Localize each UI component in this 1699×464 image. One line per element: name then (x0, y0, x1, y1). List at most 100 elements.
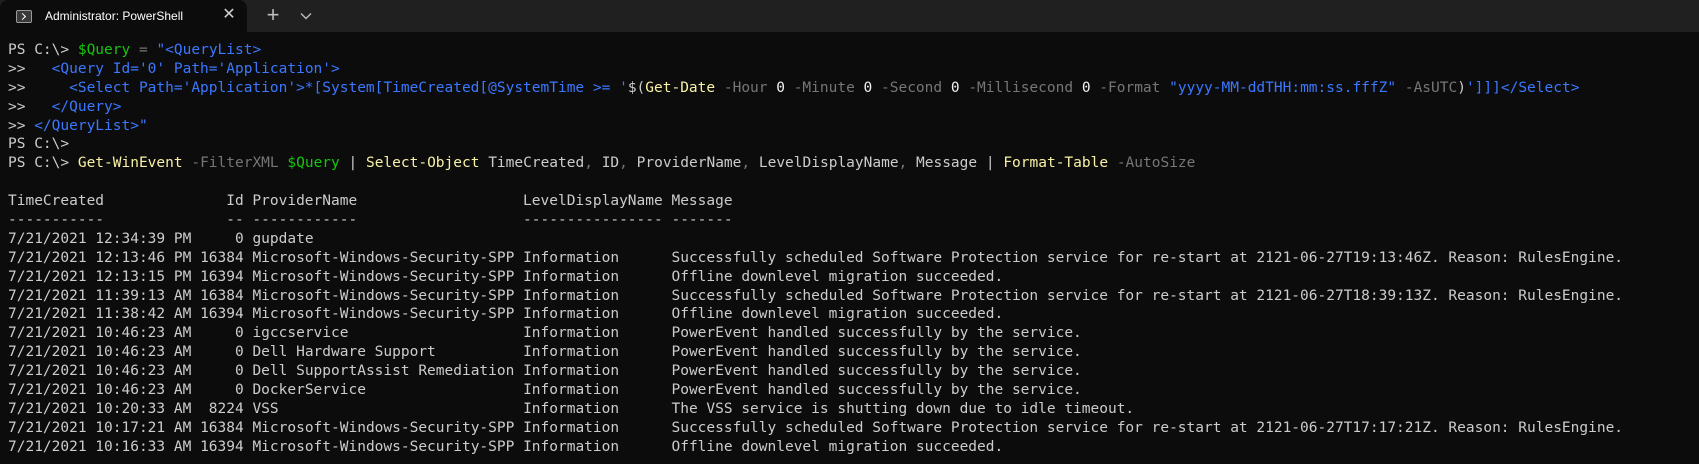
table-row: 7/21/2021 11:39:13 AM 16384 Microsoft-Wi… (8, 287, 1699, 306)
token: 0 (776, 79, 785, 96)
token: <Select Path='Application'>*[System[Time… (69, 79, 628, 96)
cell-time: 7/21/2021 10:46:23 AM (8, 325, 201, 342)
cell-id: 16394 (200, 306, 253, 323)
table-row: 7/21/2021 10:17:21 AM 16384 Microsoft-Wi… (8, 419, 1699, 438)
cell-level: Information (523, 268, 672, 285)
token: Format-Table (1003, 155, 1109, 172)
table-row: 7/21/2021 10:46:23 AM 0 Dell Hardware Su… (8, 343, 1699, 362)
command-block: PS C:\> $Query = "<QueryList> >> <Query I… (8, 41, 1699, 173)
token: ']]]</Select> (1465, 79, 1580, 96)
token: $Query (77, 42, 131, 58)
token: >> (8, 60, 52, 77)
cell-id: 0 (200, 325, 253, 342)
tab-powershell[interactable]: Administrator: PowerShell ✕ (0, 0, 247, 32)
cell-time: 7/21/2021 11:39:13 AM (8, 287, 201, 304)
cell-time: 7/21/2021 12:13:15 PM (8, 268, 201, 285)
token: $( (627, 79, 646, 96)
token: -AsUTC (1396, 79, 1458, 96)
cell-message: Offline downlevel migration succeeded. (671, 306, 1004, 323)
cell-message: Offline downlevel migration succeeded. (671, 438, 1004, 455)
chevron-down-icon[interactable] (296, 6, 316, 26)
close-icon[interactable]: ✕ (221, 7, 237, 23)
tab-title: Administrator: PowerShell (45, 9, 184, 23)
table-row: 7/21/2021 10:46:23 AM 0 DockerService In… (8, 381, 1699, 400)
terminal-output[interactable]: PS C:\> $Query = "<QueryList> >> <Query I… (0, 32, 1699, 457)
token: >> (8, 117, 35, 134)
cell-time: 7/21/2021 10:20:33 AM (8, 400, 201, 417)
token: Get-Date (645, 79, 716, 96)
cell-level: Information (523, 419, 672, 436)
cell-id: 16384 (200, 419, 253, 436)
token: >> (8, 79, 70, 96)
command-line: >> <Query Id='0' Path='Application'> (8, 60, 1699, 79)
token: TimeCreated (479, 155, 585, 172)
token: -AutoSize (1108, 155, 1196, 172)
token: -Hour (715, 79, 777, 96)
powershell-icon (16, 9, 32, 23)
cell-time: 7/21/2021 10:16:33 AM (8, 438, 201, 455)
cell-message: Successfully scheduled Software Protecti… (671, 249, 1624, 266)
token: ProviderName (627, 155, 742, 172)
token: , (898, 155, 908, 172)
token: , (619, 155, 628, 172)
table-row: 7/21/2021 10:46:23 AM 0 igccservice Info… (8, 324, 1699, 343)
table-row: 7/21/2021 10:20:33 AM 8224 VSS Informati… (8, 400, 1699, 419)
token: PS C:\> (8, 136, 70, 153)
cell-provider: Microsoft-Windows-Security-SPP (252, 268, 524, 285)
token: </QueryList>" (34, 117, 148, 134)
cell-level: Information (523, 363, 672, 380)
token: >> (8, 98, 52, 115)
token: , (741, 155, 751, 172)
cell-time: 7/21/2021 10:17:21 AM (8, 419, 201, 436)
cell-id: 16384 (200, 249, 253, 266)
cell-message: PowerEvent handled successfully by the s… (671, 325, 1082, 342)
cell-time: 7/21/2021 10:46:23 AM (8, 344, 201, 361)
token: PS C:\> (8, 155, 78, 172)
token: "<QueryList> (156, 42, 262, 58)
command-line: >> </Query> (8, 98, 1699, 117)
cell-provider: gupdate (252, 230, 524, 247)
token: -FilterXML (182, 155, 288, 172)
cell-level (523, 231, 671, 247)
cell-level: Information (523, 400, 672, 417)
token: , (584, 155, 593, 172)
command-line: PS C:\> $Query = "<QueryList> (8, 41, 1699, 60)
cell-message: Offline downlevel migration succeeded. (671, 268, 1004, 285)
token: 0 (1081, 79, 1091, 96)
cell-id: 16394 (200, 268, 253, 285)
token: </Query> (51, 98, 122, 115)
command-line: PS C:\> Get-WinEvent -FilterXML $Query |… (8, 154, 1699, 173)
cell-message: PowerEvent handled successfully by the s… (671, 344, 1082, 361)
token: $Query (287, 155, 340, 172)
token: Select-Object (365, 155, 480, 172)
plus-icon[interactable]: + (262, 4, 284, 27)
table-row: 7/21/2021 12:34:39 PM 0 gupdate (8, 230, 1699, 249)
cell-id: 16384 (200, 287, 253, 304)
cell-level: Information (523, 325, 672, 342)
table-row: 7/21/2021 10:46:23 AM 0 Dell SupportAssi… (8, 362, 1699, 381)
cell-provider: igccservice (252, 325, 524, 342)
cell-provider: Microsoft-Windows-Security-SPP (252, 287, 524, 304)
cell-time: 7/21/2021 10:46:23 AM (8, 363, 201, 380)
token: = (130, 42, 157, 58)
token: PS C:\> (8, 42, 78, 58)
cell-provider: Dell Hardware Support (252, 344, 524, 361)
cell-level: Information (523, 306, 672, 323)
token: LevelDisplayName (750, 155, 899, 172)
table-row: 7/21/2021 12:13:15 PM 16394 Microsoft-Wi… (8, 268, 1699, 287)
cell-message: PowerEvent handled successfully by the s… (671, 363, 1082, 380)
cell-message: The VSS service is shutting down due to … (671, 400, 1135, 417)
token: ) (1457, 79, 1466, 96)
token: Get-WinEvent (77, 155, 183, 172)
cell-provider: VSS (252, 400, 524, 417)
token: -Millisecond (959, 79, 1082, 96)
cell-provider: Microsoft-Windows-Security-SPP (252, 419, 524, 436)
cell-message: Successfully scheduled Software Protecti… (671, 419, 1624, 436)
cell-level: Information (523, 249, 672, 266)
token: | (339, 155, 366, 172)
token: Message (907, 155, 986, 172)
cell-time: 7/21/2021 12:34:39 PM (8, 230, 201, 247)
cell-provider: Microsoft-Windows-Security-SPP (252, 438, 524, 455)
token: ID (592, 155, 620, 172)
command-line: PS C:\> (8, 135, 1699, 154)
